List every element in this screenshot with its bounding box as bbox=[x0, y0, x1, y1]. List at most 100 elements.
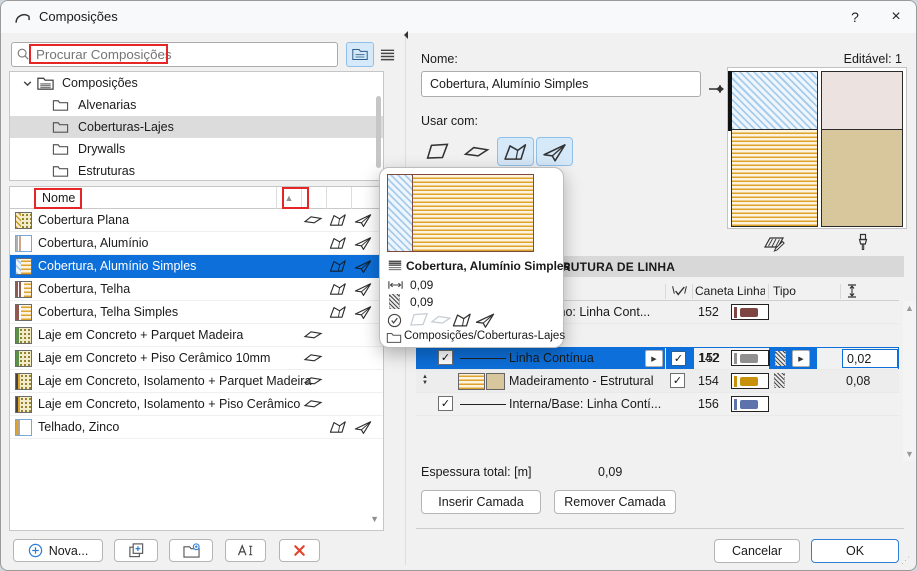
use-with-roof-button[interactable] bbox=[497, 137, 534, 166]
tree-item-estruturas[interactable]: Estruturas bbox=[10, 160, 383, 181]
composite-thumbnail bbox=[15, 396, 32, 413]
shell-icon bbox=[352, 419, 374, 435]
composite-thumbnail bbox=[15, 235, 32, 252]
rename-button[interactable] bbox=[225, 539, 266, 562]
tree-item-label: Drywalls bbox=[78, 142, 125, 156]
scroll-up-icon[interactable]: ▲ bbox=[905, 303, 914, 313]
duplicate-button[interactable] bbox=[114, 539, 158, 562]
reorder-handle-icon[interactable]: ▲▼ bbox=[422, 374, 428, 386]
new-folder-button[interactable] bbox=[169, 539, 213, 562]
use-with-slab-button[interactable] bbox=[458, 137, 495, 166]
pen-color-swatch[interactable] bbox=[731, 350, 769, 366]
composite-name: Cobertura, Alumínio Simples bbox=[38, 259, 196, 273]
popup-folder-path: Composições/Coberturas-Lajes bbox=[404, 330, 565, 342]
cancel-button[interactable]: Cancelar bbox=[714, 539, 800, 563]
name-column-header[interactable]: Nome bbox=[42, 191, 75, 205]
use-with-shell-button[interactable] bbox=[536, 137, 573, 166]
shell-icon bbox=[352, 212, 374, 228]
table-row-linha-continua[interactable]: ✓ Linha Contínua 142 bbox=[416, 347, 899, 370]
sort-ascending-icon[interactable]: ▲ bbox=[285, 193, 294, 203]
window-title: Composições bbox=[39, 9, 118, 24]
pen-number: 152 bbox=[698, 305, 719, 319]
list-scroll-down-icon[interactable]: ▼ bbox=[370, 514, 379, 524]
insert-layer-button[interactable]: Inserir Camada bbox=[421, 490, 541, 514]
use-with-wall-button[interactable] bbox=[419, 137, 456, 166]
tree-scrollbar[interactable] bbox=[376, 96, 381, 168]
fill-display-icon bbox=[763, 234, 785, 252]
list-item[interactable]: Laje em Concreto, Isolamento + Piso Cerâ… bbox=[10, 393, 383, 416]
pen-color-swatch[interactable] bbox=[731, 304, 769, 320]
folder-icon bbox=[52, 120, 69, 134]
composite-thumbnail bbox=[15, 281, 32, 298]
composite-name: Cobertura, Alumínio bbox=[38, 236, 148, 250]
shell-icon bbox=[352, 281, 374, 297]
tree-item-composicoes[interactable]: Composições bbox=[10, 72, 383, 94]
list-header[interactable]: Nome ▲ bbox=[10, 187, 383, 209]
shell-icon bbox=[352, 235, 374, 251]
resize-grip[interactable]: ⋰ bbox=[901, 555, 911, 566]
list-item[interactable]: Cobertura, Telha bbox=[10, 278, 383, 301]
type-column-header[interactable]: Tipo bbox=[773, 284, 796, 298]
remove-layer-button[interactable]: Remover Camada bbox=[554, 490, 676, 514]
tree-item-label: Coberturas-Lajes bbox=[78, 120, 174, 134]
table-row-interna-base[interactable]: ✓ Interna/Base: Linha Contí... 156 bbox=[416, 393, 899, 416]
popup-thickness-value: 0,09 bbox=[410, 295, 433, 309]
folder-icon bbox=[52, 142, 69, 156]
list-item[interactable]: Telhado, Zinco bbox=[10, 416, 383, 439]
wall-icon-disabled bbox=[408, 311, 430, 329]
chevron-down-icon[interactable] bbox=[22, 78, 33, 89]
list-item[interactable]: Cobertura, Alumínio bbox=[10, 232, 383, 255]
slab-icon bbox=[302, 350, 324, 366]
folder-tree: Composições Alvenarias Coberturas-Lajes … bbox=[9, 71, 384, 181]
list-item[interactable]: Cobertura, Telha Simples bbox=[10, 301, 383, 324]
slab-column-header[interactable] bbox=[301, 187, 326, 209]
tree-item-coberturas-lajes[interactable]: Coberturas-Lajes bbox=[10, 116, 383, 138]
list-item[interactable]: Laje em Concreto, Isolamento + Parquet M… bbox=[10, 370, 383, 393]
composite-name: Telhado, Zinco bbox=[38, 420, 119, 434]
table-scrollbar[interactable]: ▲ ▼ bbox=[903, 301, 916, 461]
composite-name-input[interactable] bbox=[421, 71, 701, 97]
help-button[interactable]: ? bbox=[842, 5, 868, 29]
tree-item-alvenarias[interactable]: Alvenarias bbox=[10, 94, 383, 116]
pen-column-header[interactable]: Caneta Linhas bbox=[695, 284, 765, 298]
roof-column-header[interactable] bbox=[326, 187, 351, 209]
total-thickness-label: Espessura total: [m] bbox=[421, 465, 531, 479]
composites-list: Nome ▲ Cobertura Plana Cobertura, Alumín… bbox=[9, 186, 384, 531]
checkbox[interactable]: ✓ bbox=[438, 350, 453, 365]
fill-type-chip[interactable] bbox=[774, 373, 785, 388]
composite-thumbnail bbox=[15, 350, 32, 367]
search-input[interactable] bbox=[11, 42, 338, 67]
popup-width-value: 0,09 bbox=[410, 278, 433, 292]
scroll-down-icon[interactable]: ▼ bbox=[905, 449, 914, 459]
shell-column-header[interactable] bbox=[351, 187, 376, 209]
checkbox[interactable]: ✓ bbox=[438, 396, 453, 411]
list-item-selected[interactable]: Cobertura, Alumínio Simples bbox=[10, 255, 383, 278]
table-row-madeiramento[interactable]: ▲▼ Madeiramento - Estrutural ✓ 154 0,08 bbox=[416, 370, 899, 393]
composite-thumbnail bbox=[15, 373, 32, 390]
composite-thumbnail bbox=[15, 212, 32, 229]
tree-item-label: Composições bbox=[62, 76, 138, 90]
pen-color-swatch[interactable] bbox=[731, 373, 769, 389]
list-item[interactable]: Cobertura Plana bbox=[10, 209, 383, 232]
line-sample bbox=[460, 358, 506, 359]
sort-column-header[interactable]: ▲ bbox=[276, 187, 301, 209]
tree-item-label: Alvenarias bbox=[78, 98, 136, 112]
collapse-panel-icon[interactable] bbox=[400, 31, 408, 39]
tree-view-toggle[interactable] bbox=[346, 42, 374, 67]
check-circle-icon bbox=[387, 313, 402, 328]
surface-display-icon bbox=[853, 232, 873, 252]
composite-layers-icon bbox=[387, 259, 403, 272]
tree-item-drywalls[interactable]: Drywalls bbox=[10, 138, 383, 160]
close-button[interactable]: × bbox=[883, 5, 909, 29]
composite-name: Cobertura Plana bbox=[38, 213, 129, 227]
delete-button[interactable] bbox=[279, 539, 320, 562]
ok-button[interactable]: OK bbox=[811, 539, 899, 563]
new-composite-button[interactable]: Nova... bbox=[13, 539, 103, 562]
list-item[interactable]: Laje em Concreto + Parquet Madeira bbox=[10, 324, 383, 347]
pen-number: 156 bbox=[698, 397, 719, 411]
list-item[interactable]: Laje em Concreto + Piso Cerâmico 10mm bbox=[10, 347, 383, 370]
composite-name: Laje em Concreto + Piso Cerâmico 10mm bbox=[38, 351, 270, 365]
checkbox[interactable]: ✓ bbox=[670, 373, 685, 388]
list-view-toggle[interactable] bbox=[377, 42, 398, 67]
pen-color-swatch[interactable] bbox=[731, 396, 769, 412]
